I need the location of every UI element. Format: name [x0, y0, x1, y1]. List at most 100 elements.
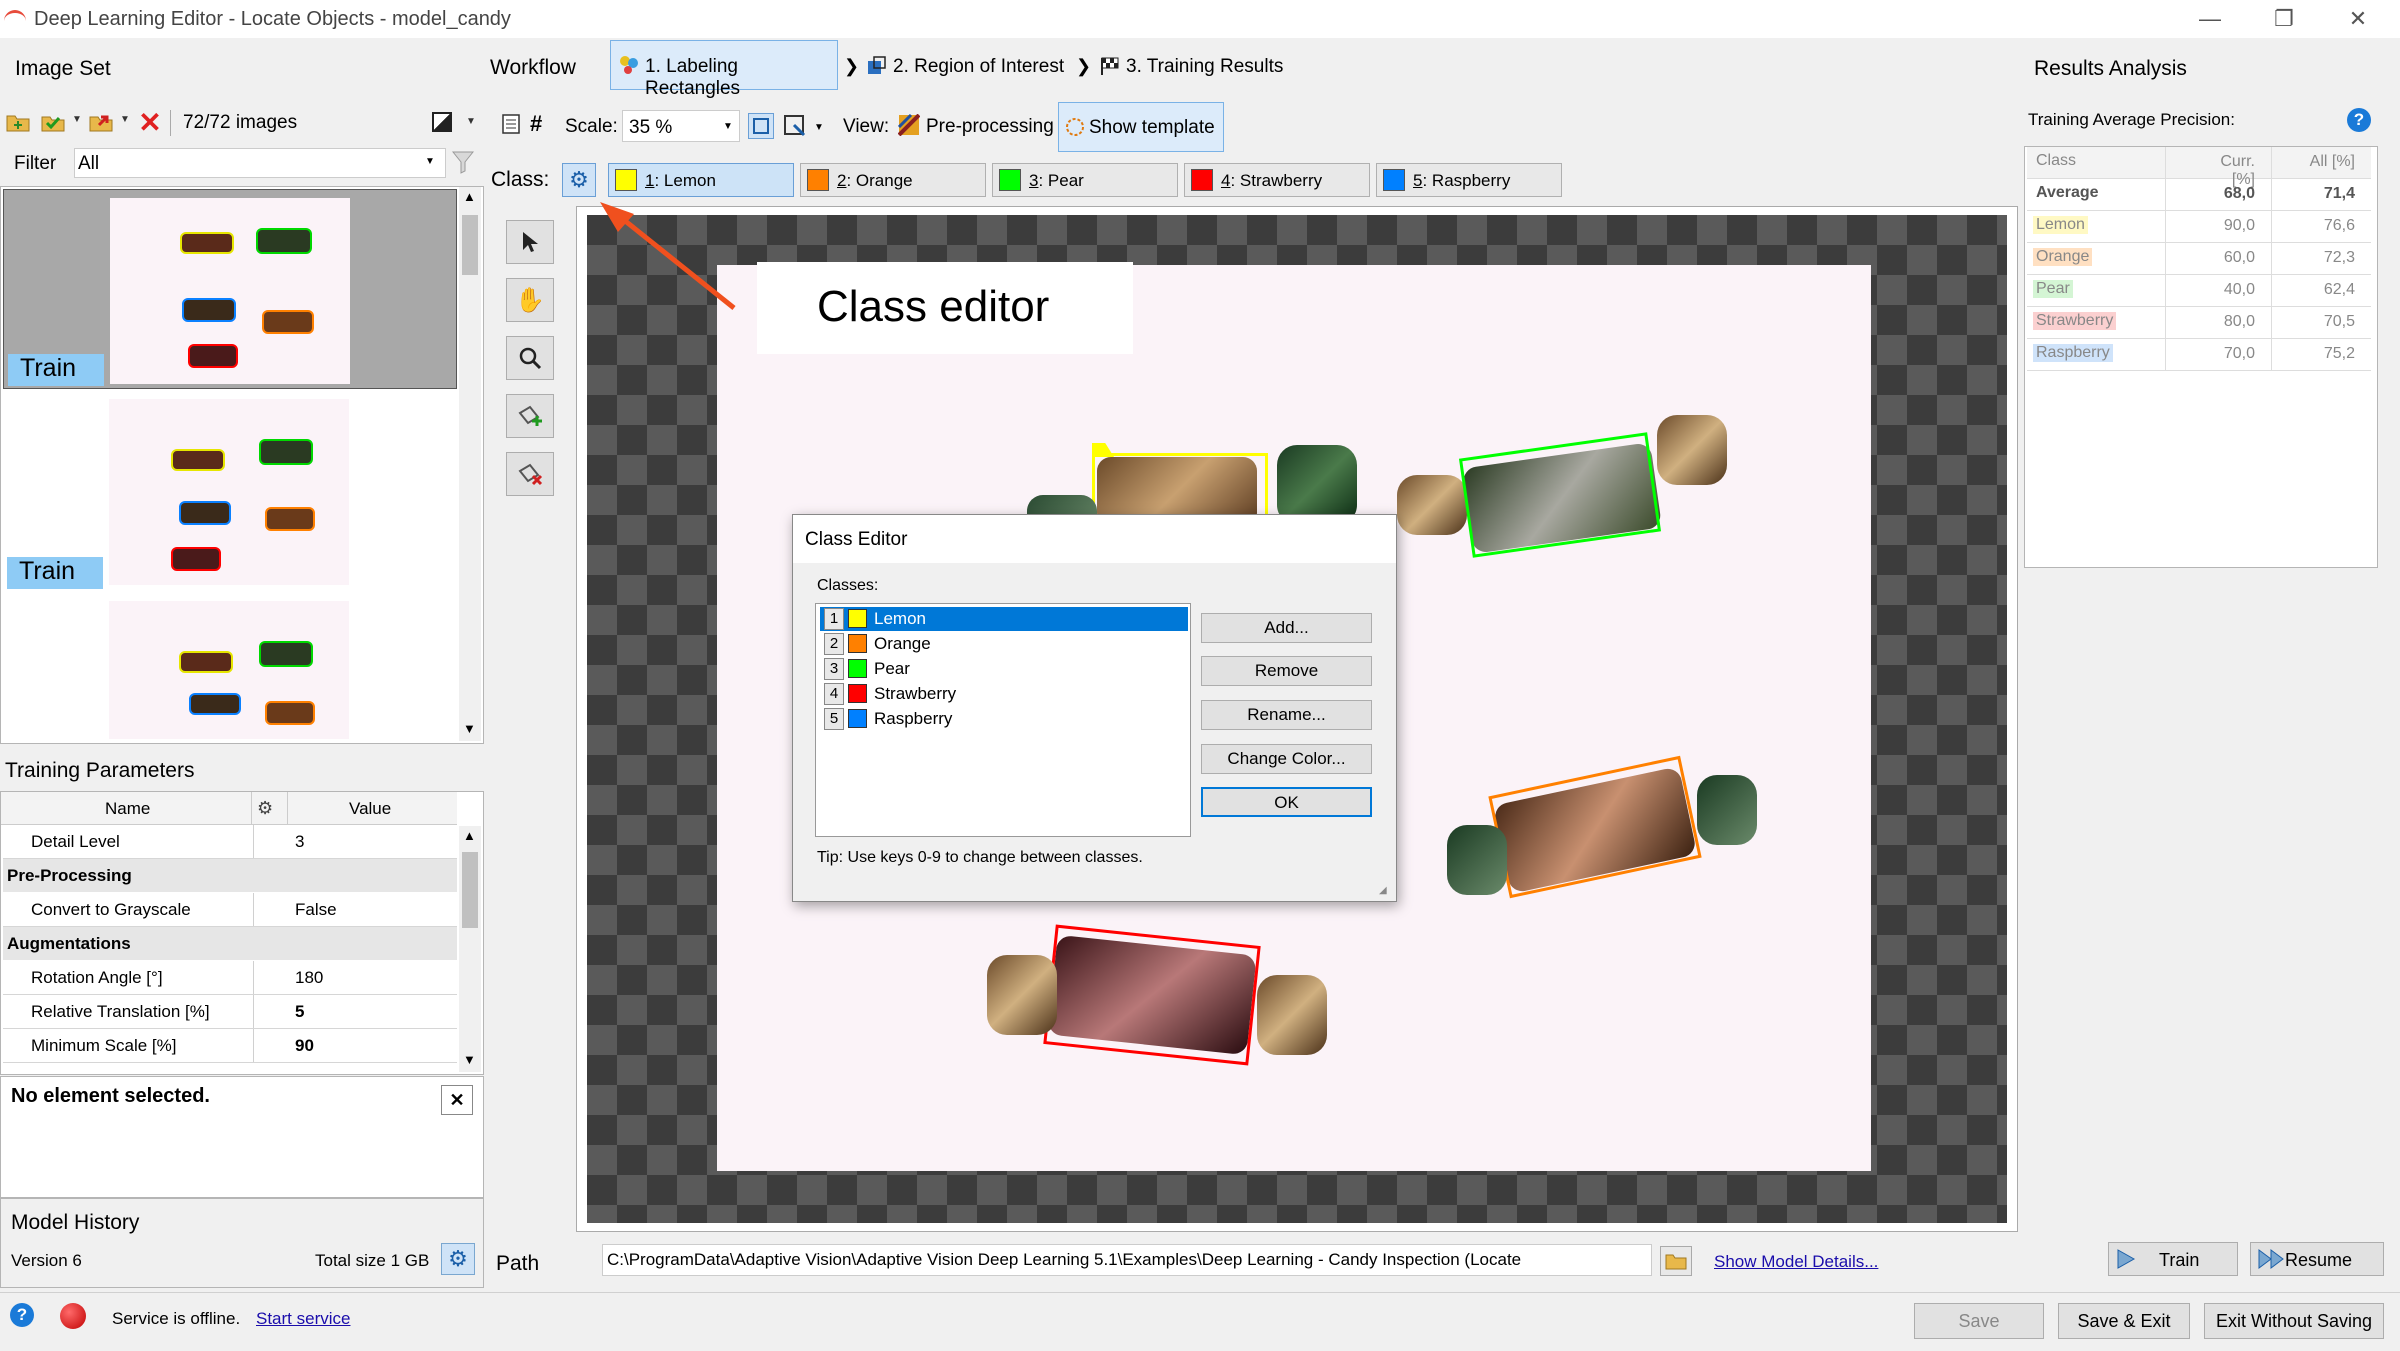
- classes-label: Classes:: [817, 577, 879, 594]
- add-folder-icon[interactable]: [4, 108, 32, 136]
- class-chip-pear[interactable]: 3: Pear: [992, 163, 1178, 197]
- bbox-orange[interactable]: [1488, 755, 1702, 899]
- class-chip-lemon[interactable]: 1: Lemon: [608, 163, 794, 197]
- delete-icon[interactable]: ✕: [136, 107, 164, 138]
- export-icon[interactable]: [88, 108, 116, 136]
- show-template-toggle[interactable]: Show template: [1058, 102, 1224, 152]
- view-mode-icon[interactable]: [432, 112, 452, 132]
- zoom-region-icon[interactable]: [782, 113, 808, 145]
- class-list-item-raspberry[interactable]: 5 Raspberry: [820, 707, 1188, 731]
- zoom-tool-icon[interactable]: [506, 336, 554, 380]
- resize-grip-icon[interactable]: ◢: [1379, 885, 1387, 896]
- labeling-icon: [619, 55, 639, 81]
- hand-tool-icon[interactable]: ✋: [506, 278, 554, 322]
- remove-rectangle-tool-icon[interactable]: [506, 452, 554, 496]
- chevron-down-icon[interactable]: ▼: [72, 114, 82, 125]
- close-window-button[interactable]: ✕: [2328, 4, 2388, 34]
- model-history-panel: Model History Version 6 Total size 1 GB …: [0, 1198, 484, 1288]
- results-row-raspberry: Raspberry 70,0 75,2: [2027, 339, 2371, 371]
- app-logo-icon: [4, 10, 26, 31]
- filter-select[interactable]: All ▼: [74, 148, 446, 178]
- chevron-down-icon[interactable]: ▼: [466, 116, 476, 127]
- candy-item: [1697, 775, 1757, 845]
- classes-listbox[interactable]: 1 Lemon 2 Orange 3 Pear 4 Strawberry 5 Raspbe…: [815, 603, 1191, 837]
- workflow-step-labeling[interactable]: 1. Labeling Rectangles: [610, 40, 838, 99]
- bbox-handle[interactable]: [1092, 443, 1114, 457]
- workflow-step-results[interactable]: 3. Training Results: [1126, 56, 1283, 78]
- ok-button[interactable]: OK: [1201, 787, 1372, 817]
- path-label: Path: [496, 1252, 540, 1275]
- path-field[interactable]: C:\ProgramData\Adaptive Vision\Adaptive …: [602, 1244, 1652, 1276]
- chevron-down-icon[interactable]: ▼: [814, 122, 824, 133]
- results-row-lemon: Lemon 90,0 76,6: [2027, 211, 2371, 243]
- filter-value: All: [78, 153, 100, 174]
- param-row-rotation[interactable]: Rotation Angle [°] 180: [3, 961, 457, 995]
- training-params-header: Training Parameters: [5, 759, 195, 782]
- region-icon: [866, 56, 886, 82]
- class-chip-orange[interactable]: 2: Orange: [800, 163, 986, 197]
- add-class-button[interactable]: Add...: [1201, 613, 1372, 643]
- scrollbar-thumb[interactable]: [462, 215, 478, 275]
- help-icon[interactable]: ?: [2347, 108, 2371, 132]
- scale-label: Scale:: [565, 116, 618, 137]
- browse-folder-icon[interactable]: [1660, 1246, 1692, 1276]
- pointer-tool-icon[interactable]: [506, 220, 554, 264]
- change-color-button[interactable]: Change Color...: [1201, 744, 1372, 774]
- show-model-details-link[interactable]: Show Model Details...: [1714, 1252, 1878, 1272]
- workflow-step-roi[interactable]: 2. Region of Interest: [893, 56, 1064, 78]
- start-service-link[interactable]: Start service: [256, 1309, 350, 1329]
- class-chip-strawberry[interactable]: 4: Strawberry: [1184, 163, 1370, 197]
- save-exit-button[interactable]: Save & Exit: [2058, 1303, 2190, 1339]
- class-list-item-orange[interactable]: 2 Orange: [820, 632, 1188, 656]
- close-icon[interactable]: ✕: [441, 1085, 473, 1115]
- zoom-fit-icon[interactable]: [748, 113, 774, 139]
- param-row-translation[interactable]: Relative Translation [%] 5: [3, 995, 457, 1029]
- thumbnail-scrollbar[interactable]: ▲ ▼: [459, 187, 481, 741]
- annotation-callout: Class editor: [757, 262, 1133, 354]
- scroll-up-icon[interactable]: ▲: [463, 189, 476, 204]
- image-count: 72/72 images: [183, 112, 298, 133]
- help-icon[interactable]: ?: [10, 1303, 34, 1327]
- thumbnail-item[interactable]: [3, 593, 457, 739]
- class-editor-gear-icon[interactable]: ⚙: [562, 163, 596, 197]
- grid-icon[interactable]: #: [530, 111, 542, 137]
- param-row-min-scale[interactable]: Minimum Scale [%] 90: [3, 1029, 457, 1063]
- class-list-item-pear[interactable]: 3 Pear: [820, 657, 1188, 681]
- filter-funnel-icon[interactable]: [451, 150, 475, 174]
- class-list-item-lemon[interactable]: 1 Lemon: [820, 607, 1188, 631]
- model-settings-gear-icon[interactable]: ⚙: [441, 1243, 475, 1275]
- chevron-right-icon: ❯: [1076, 56, 1092, 76]
- bbox-pear[interactable]: [1458, 432, 1662, 558]
- gear-icon[interactable]: ⚙: [257, 798, 273, 819]
- scroll-down-icon[interactable]: ▼: [463, 1052, 476, 1067]
- chevron-down-icon[interactable]: ▼: [120, 114, 130, 125]
- thumbnail-item[interactable]: Train: [3, 391, 457, 591]
- param-row-grayscale[interactable]: Convert to Grayscale False: [3, 893, 457, 927]
- thumbnail-item[interactable]: Train: [3, 189, 457, 389]
- params-scrollbar[interactable]: ▲ ▼: [459, 826, 481, 1072]
- scroll-up-icon[interactable]: ▲: [463, 828, 476, 843]
- scale-select[interactable]: 35 % ▼: [622, 110, 740, 142]
- bbox-strawberry[interactable]: [1043, 924, 1261, 1066]
- remove-class-button[interactable]: Remove: [1201, 656, 1372, 686]
- scrollbar-thumb[interactable]: [462, 852, 478, 928]
- exit-without-saving-button[interactable]: Exit Without Saving: [2204, 1303, 2384, 1339]
- model-total-size: Total size 1 GB: [315, 1251, 430, 1270]
- column-header-value: Value: [349, 799, 392, 818]
- document-icon[interactable]: [500, 113, 522, 141]
- import-icon[interactable]: [40, 108, 68, 136]
- param-row-detail-level[interactable]: Detail Level 3: [3, 825, 457, 859]
- class-list-item-strawberry[interactable]: 4 Strawberry: [820, 682, 1188, 706]
- class-chip-raspberry[interactable]: 5: Raspberry: [1376, 163, 1562, 197]
- add-rectangle-tool-icon[interactable]: [506, 394, 554, 438]
- color-swatch: [1383, 169, 1405, 191]
- minimize-button[interactable]: —: [2180, 4, 2240, 34]
- maximize-button[interactable]: ❐: [2254, 4, 2314, 34]
- chevron-right-icon: ❯: [844, 56, 860, 76]
- save-button[interactable]: Save: [1914, 1303, 2044, 1339]
- scroll-down-icon[interactable]: ▼: [463, 721, 476, 736]
- preprocessing-toggle[interactable]: Pre-processing: [926, 116, 1054, 138]
- train-button[interactable]: Train: [2108, 1242, 2238, 1276]
- rename-class-button[interactable]: Rename...: [1201, 700, 1372, 730]
- resume-button[interactable]: Resume: [2250, 1242, 2384, 1276]
